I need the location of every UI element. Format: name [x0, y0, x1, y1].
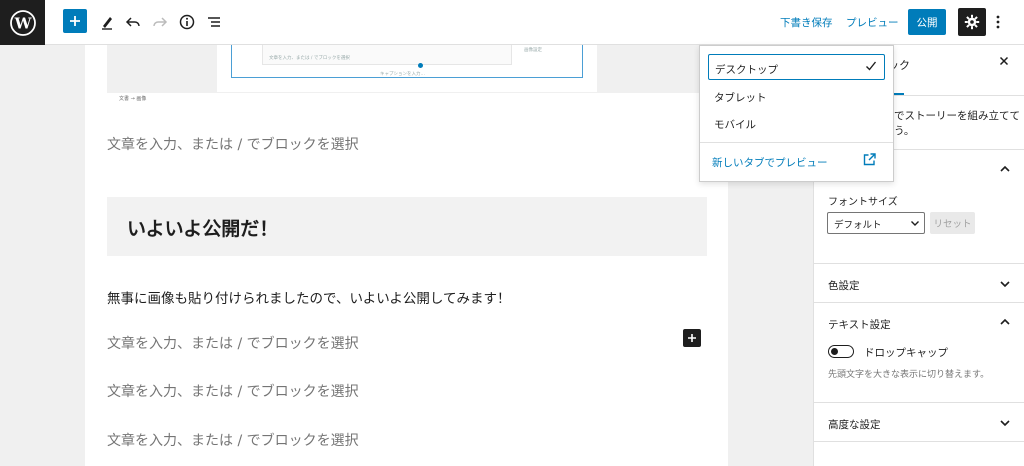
preview-option-desktop[interactable]: デスクトップ — [708, 54, 885, 80]
chevron-down-icon — [911, 221, 919, 226]
block-inserter-button[interactable] — [683, 329, 701, 347]
image-mini-breadcrumb: 文書 → 画像 — [119, 96, 147, 102]
divider — [814, 302, 1024, 303]
check-icon — [866, 61, 877, 71]
block-description: でストーリーを組み立てて う。 — [894, 109, 1020, 139]
info-icon — [179, 14, 195, 30]
redo-icon — [153, 17, 168, 27]
image-editor-mini: 文章を入力、または / でブロックを選択 — [262, 45, 512, 65]
editor-page: 文章を入力、または / でブロックを選択 画像設定 キャプションを入力… 文書 … — [85, 45, 728, 466]
preview-dropdown-menu: デスクトップ タブレット モバイル 新しいタブでプレビュー — [699, 45, 894, 182]
block-description-line: う。 — [894, 125, 915, 137]
paragraph-placeholder[interactable]: 文章を入力、または / でブロックを選択 — [107, 134, 359, 154]
redo-button[interactable] — [147, 9, 173, 35]
details-button[interactable] — [174, 9, 200, 35]
editor-canvas: 文章を入力、または / でブロックを選択 画像設定 キャプションを入力… 文書 … — [0, 45, 813, 466]
list-view-icon — [208, 17, 220, 27]
divider — [814, 402, 1024, 403]
paragraph-placeholder[interactable]: 文章を入力、または / でブロックを選択 — [107, 333, 359, 353]
editor-toolbar: W 下書き保存 プレビュー 公開 — [0, 0, 1024, 45]
preview-new-tab-link[interactable]: 新しいタブでプレビュー — [712, 155, 828, 170]
image-mini-sidebar: 画像設定 — [524, 45, 590, 59]
plus-icon — [688, 334, 696, 342]
plus-icon — [70, 16, 80, 26]
chevron-up-icon[interactable] — [999, 316, 1011, 328]
drop-cap-label: ドロップキャップ — [864, 347, 948, 359]
image-resize-handle[interactable] — [418, 63, 423, 68]
tools-button[interactable] — [94, 9, 120, 35]
close-icon — [999, 56, 1009, 66]
preview-option-mobile[interactable]: モバイル — [708, 110, 885, 136]
image-mini-side-label: 画像設定 — [524, 48, 542, 53]
paragraph-placeholder[interactable]: 文章を入力、または / でブロックを選択 — [107, 430, 359, 450]
add-block-button[interactable] — [63, 9, 87, 33]
toggle-knob — [831, 347, 838, 355]
chevron-down-icon[interactable] — [999, 417, 1011, 429]
undo-icon — [125, 17, 140, 27]
image-block[interactable]: 文章を入力、または / でブロックを選択 画像設定 キャプションを入力… 文書 … — [107, 45, 707, 102]
preview-option-label: デスクトップ — [715, 64, 778, 76]
paragraph-text[interactable]: 無事に画像も貼り付けられましたので、いよいよ公開してみます！ — [107, 287, 511, 307]
chevron-up-icon[interactable] — [999, 163, 1011, 175]
close-sidebar-button[interactable] — [999, 55, 1009, 70]
advanced-settings-title[interactable]: 高度な設定 — [828, 417, 881, 432]
save-draft-button[interactable]: 下書き保存 — [780, 15, 833, 30]
preview-button[interactable]: プレビュー — [846, 15, 899, 30]
preview-option-label: タブレット — [714, 92, 767, 104]
settings-button[interactable] — [958, 8, 986, 36]
more-vertical-icon — [996, 15, 1000, 29]
preview-option-tablet[interactable]: タブレット — [708, 83, 885, 109]
wordpress-logo-icon[interactable]: W — [0, 0, 45, 45]
heading-block[interactable]: いよいよ公開だ！ — [107, 197, 707, 256]
font-size-select[interactable]: デフォルト — [827, 212, 925, 234]
undo-button[interactable] — [120, 9, 146, 35]
divider — [700, 142, 893, 143]
gear-icon — [964, 14, 980, 30]
block-description-line: でストーリーを組み立てて — [894, 110, 1020, 122]
divider — [814, 441, 1024, 442]
font-size-value: デフォルト — [834, 220, 882, 231]
font-size-label: フォントサイズ — [828, 197, 898, 208]
pencil-icon — [102, 17, 112, 30]
publish-button[interactable]: 公開 — [908, 9, 946, 35]
image-preview: 文章を入力、または / でブロックを選択 画像設定 キャプションを入力… — [217, 45, 597, 92]
heading-text[interactable]: いよいよ公開だ！ — [127, 214, 278, 241]
image-mini-placeholder: 文章を入力、または / でブロックを選択 — [269, 56, 350, 61]
image-frame: 文章を入力、または / でブロックを選択 画像設定 キャプションを入力… — [231, 45, 583, 78]
text-settings-title[interactable]: テキスト設定 — [828, 317, 891, 332]
color-settings-title[interactable]: 色設定 — [828, 278, 860, 293]
reset-button[interactable]: リセット — [930, 212, 975, 234]
divider — [814, 263, 1024, 264]
external-link-icon[interactable] — [862, 152, 877, 167]
preview-option-label: モバイル — [714, 119, 756, 131]
chevron-down-icon[interactable] — [999, 278, 1011, 290]
drop-cap-help: 先頭文字を大きな表示に切り替えます。 — [828, 370, 990, 380]
options-button[interactable] — [990, 10, 1006, 34]
drop-cap-toggle[interactable] — [828, 345, 854, 358]
image-caption-placeholder[interactable]: キャプションを入力… — [380, 71, 425, 77]
list-view-button[interactable] — [201, 9, 227, 35]
svg-text:W: W — [13, 14, 32, 32]
paragraph-placeholder[interactable]: 文章を入力、または / でブロックを選択 — [107, 381, 359, 401]
